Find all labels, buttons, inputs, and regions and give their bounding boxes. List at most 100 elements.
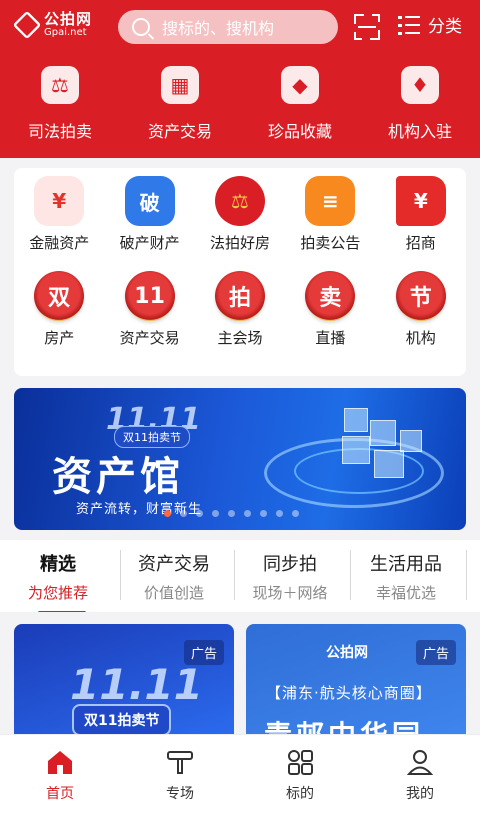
carousel-dot[interactable]	[276, 510, 283, 517]
tab-subtitle: 幸福优选	[375, 584, 436, 602]
ad-card-auction-festival[interactable]: 11.11 双11拍卖节 广告	[14, 624, 234, 744]
tab-title: 生活用品	[370, 554, 442, 575]
festival-badge-icon: 节	[395, 271, 446, 321]
top-nav-label: 资产交易	[147, 122, 212, 141]
logo-mark-icon	[12, 10, 42, 40]
grid-item-institution[interactable]: 节 机构	[376, 263, 466, 348]
tab-daily-goods[interactable]: 生活用品 幸福优选	[348, 540, 464, 612]
tab-subtitle: 价值创造	[143, 584, 204, 602]
sale-badge-icon: 卖	[305, 271, 356, 321]
building-icon: ▦	[161, 66, 199, 104]
auction-badge-icon: 拍	[214, 271, 265, 321]
ad-logo: 公拍网	[326, 645, 368, 661]
cube-decoration	[374, 450, 404, 478]
carousel-dot[interactable]	[196, 510, 203, 517]
bottom-nav-label: 我的	[406, 786, 434, 802]
search-icon	[132, 18, 150, 36]
grid-item-auction-notice[interactable]: ≡ 拍卖公告	[285, 168, 375, 253]
ad-number: 11.11	[70, 660, 203, 709]
grid-item-label: 主会场	[217, 329, 263, 347]
grid-item-court-houses[interactable]: ⚖ 法拍好房	[195, 168, 285, 253]
collection-grid-icon: ◆	[281, 66, 319, 104]
grid-item-label: 机构	[405, 329, 436, 347]
bottom-nav-label: 专场	[166, 786, 194, 802]
tab-divider	[466, 550, 467, 600]
notice-icon: ≡	[305, 176, 356, 226]
home-icon	[48, 751, 72, 774]
carousel-dot[interactable]	[244, 510, 251, 517]
category-button[interactable]: 分类	[398, 12, 462, 37]
carousel-dot[interactable]	[292, 510, 299, 517]
header: 公拍网 Gpai.net 搜标的、搜机构 分类 ⚖ 司法拍卖 ▦ 资产交易 ◆ …	[0, 0, 480, 158]
cube-decoration	[344, 408, 368, 432]
tab-title: 精选	[40, 554, 76, 575]
category-label: 分类	[428, 17, 462, 37]
grid-item-asset-trading[interactable]: 11 资产交易	[104, 263, 194, 348]
carousel-dot[interactable]	[164, 510, 171, 517]
tab-sync-auction[interactable]: 同步拍 现场＋网络	[232, 540, 348, 612]
tab-divider	[350, 550, 351, 600]
grid-item-label: 直播	[315, 329, 346, 347]
grid-item-financial-assets[interactable]: ¥ 金融资产	[14, 168, 104, 253]
quick-entry-card: ¥ 金融资产 破 破产财产 ⚖ 法拍好房 ≡ 拍卖公告 ¥ 招商 双 房产 11…	[14, 168, 466, 376]
bottom-nav-special[interactable]: 专场	[120, 735, 240, 814]
grid-item-label: 资产交易	[119, 329, 180, 347]
grid-item-label: 房产	[44, 329, 75, 347]
grid-item-real-estate[interactable]: 双 房产	[14, 263, 104, 348]
carousel-dot[interactable]	[228, 510, 235, 517]
top-nav-asset-trading[interactable]: ▦ 资产交易	[120, 66, 240, 142]
app-root: 公拍网 Gpai.net 搜标的、搜机构 分类 ⚖ 司法拍卖 ▦ 资产交易 ◆ …	[0, 0, 480, 814]
ad-section: 11.11 双11拍卖节 广告 公拍网 【浦东·航头核心商圈】 青邨中华园 广告	[0, 612, 480, 744]
tab-title: 同步拍	[263, 554, 317, 575]
logo-domain: Gpai.net	[44, 27, 87, 38]
tab-subtitle: 为您推荐	[27, 584, 88, 602]
logo[interactable]: 公拍网 Gpai.net	[12, 10, 92, 40]
tab-divider	[120, 550, 121, 600]
grid-icon	[288, 750, 313, 775]
cube-decoration	[370, 420, 396, 446]
bottom-nav-home[interactable]: 首页	[0, 735, 120, 814]
scan-icon[interactable]	[354, 14, 380, 40]
ad-pill: 双11拍卖节	[72, 704, 172, 736]
grid-item-label: 破产财产	[119, 234, 180, 252]
search-bar[interactable]: 搜标的、搜机构	[118, 10, 338, 44]
search-placeholder: 搜标的、搜机构	[162, 19, 275, 38]
top-nav-label: 司法拍卖	[27, 122, 92, 141]
grid-item-live[interactable]: 卖 直播	[285, 263, 375, 348]
gavel-icon	[167, 751, 193, 774]
court-emblem-icon: ⚖	[214, 176, 265, 226]
carousel-dot[interactable]	[180, 510, 187, 517]
top-nav-label: 珍品收藏	[267, 122, 332, 141]
feed-tabs: 精选 为您推荐 资产交易 价值创造 同步拍 现场＋网络 生活用品 幸福优选	[0, 540, 480, 614]
hand-money-icon: ¥	[34, 176, 85, 226]
tab-asset-trading[interactable]: 资产交易 价值创造	[116, 540, 232, 612]
grid-item-label: 拍卖公告	[300, 234, 361, 252]
user-icon	[406, 750, 434, 775]
ad-card-real-estate[interactable]: 公拍网 【浦东·航头核心商圈】 青邨中华园 广告	[246, 624, 466, 744]
top-nav-collection[interactable]: ◆ 珍品收藏	[240, 66, 360, 142]
tab-divider	[234, 550, 235, 600]
grid-item-main-venue[interactable]: 拍 主会场	[195, 263, 285, 348]
top-nav-judicial-auction[interactable]: ⚖ 司法拍卖	[0, 66, 120, 142]
grid-item-bankruptcy[interactable]: 破 破产财产	[104, 168, 194, 253]
flag-icon: ¥	[395, 176, 446, 226]
cube-decoration	[342, 436, 370, 464]
bottom-nav-items[interactable]: 标的	[240, 735, 360, 814]
double-badge-icon: 双	[34, 271, 85, 321]
court-emblem-icon: ⚖	[41, 66, 79, 104]
eleven-badge-icon: 11	[124, 271, 175, 321]
top-nav-institution-join[interactable]: ♦ 机构入驻	[360, 66, 480, 142]
banner-title: 资产馆	[52, 454, 184, 500]
promo-banner[interactable]: 11.11 双11拍卖节 资产馆 资产流转，财富新生	[14, 388, 466, 530]
carousel-dots[interactable]	[164, 510, 299, 517]
grid-item-label: 金融资产	[29, 234, 90, 252]
ad-badge: 广告	[415, 640, 456, 665]
tab-featured[interactable]: 精选 为您推荐	[0, 540, 116, 614]
cube-decoration	[400, 430, 422, 452]
bottom-nav-mine[interactable]: 我的	[360, 735, 480, 814]
carousel-dot[interactable]	[260, 510, 267, 517]
grid-item-investment[interactable]: ¥ 招商	[376, 168, 466, 253]
carousel-dot[interactable]	[212, 510, 219, 517]
diamond-icon: ♦	[401, 66, 439, 104]
tab-title: 资产交易	[138, 554, 210, 575]
